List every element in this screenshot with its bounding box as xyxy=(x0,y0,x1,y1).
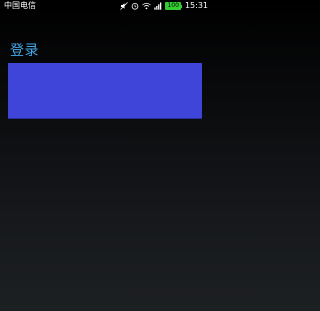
signal-icon xyxy=(154,2,162,10)
carrier-label: 中国电信 xyxy=(4,1,36,10)
wifi-icon xyxy=(142,2,152,10)
mute-icon xyxy=(120,2,129,10)
login-panel[interactable] xyxy=(8,63,202,118)
page-title: 登录 xyxy=(10,43,39,59)
status-icons: 100 15:31 xyxy=(120,0,208,12)
alarm-icon xyxy=(131,2,139,10)
status-bar: 中国电信 100 15:31 xyxy=(0,0,210,12)
battery-level: 100 xyxy=(165,2,181,10)
clock: 15:31 xyxy=(184,1,208,10)
battery-icon: 100 xyxy=(165,2,182,10)
